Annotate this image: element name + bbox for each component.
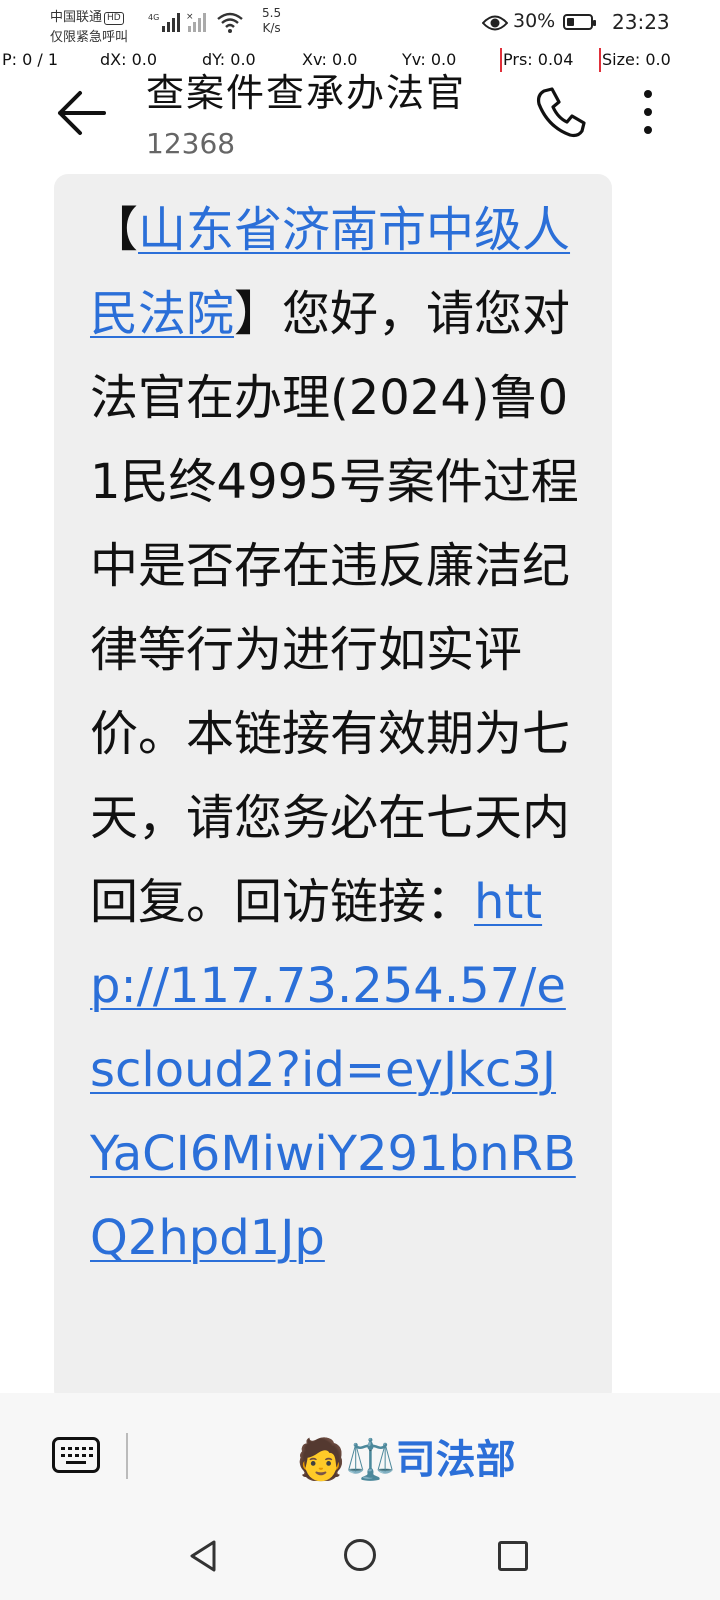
system-navigation-bar: [0, 1523, 720, 1600]
keyboard-toggle-button[interactable]: [52, 1437, 100, 1473]
arrow-left-icon: [58, 91, 106, 135]
open-bracket: 【: [90, 202, 139, 258]
eye-comfort-icon: [481, 14, 509, 36]
svg-text:×: ×: [186, 12, 194, 22]
network-type-label: 4G: [148, 13, 159, 22]
wifi-icon: [217, 12, 243, 33]
overlay-pointer: P: 0 / 1: [2, 50, 59, 69]
speed-value: 5.5: [262, 6, 282, 20]
overlay-marker: [599, 48, 601, 72]
battery-level-fill: [567, 18, 574, 26]
nav-back-button[interactable]: [188, 1539, 218, 1577]
carrier-name: 中国联通: [50, 10, 103, 25]
status-time: 23:23: [612, 10, 670, 34]
sender-menu-button[interactable]: 🧑⚖️司法部: [296, 1427, 516, 1485]
signal-icons: 4G ×: [148, 10, 248, 38]
status-bar: 中国联通 HD 仅限紧急呼叫 4G × 5.5 K/s 30% 23:23: [0, 0, 720, 46]
judge-emoji-icon: 🧑⚖️: [296, 1437, 396, 1483]
signal-strength-icon: 4G: [148, 13, 180, 32]
call-button[interactable]: [532, 85, 588, 141]
nav-recents-button[interactable]: [498, 1541, 528, 1571]
speed-unit: K/s: [262, 21, 281, 35]
network-speed: 5.5 K/s: [262, 6, 281, 36]
nav-home-button[interactable]: [344, 1539, 376, 1571]
overlay-prs: Prs: 0.04: [503, 50, 574, 69]
message-body: 】您好，请您对法官在办理(2024)鲁01民终4995号案件过程中是否存在违反廉…: [90, 286, 579, 930]
nav-back-icon: [190, 1540, 216, 1572]
divider: [126, 1433, 128, 1479]
more-options-button[interactable]: [636, 86, 660, 142]
conversation-title: 查案件查承办法官: [146, 71, 467, 115]
hd-badge: HD: [104, 12, 124, 25]
feedback-url-link[interactable]: http://117.73.254.57/escloud2?id=eyJkc3J…: [90, 874, 576, 1266]
compose-bar: 🧑⚖️司法部: [0, 1393, 720, 1523]
carrier-label: 中国联通 HD: [50, 6, 124, 25]
overlay-marker: [500, 48, 502, 72]
overlay-size: Size: 0.0: [602, 50, 671, 69]
emergency-only-label: 仅限紧急呼叫: [50, 30, 129, 45]
more-vertical-icon: [636, 90, 660, 134]
back-button[interactable]: [52, 84, 110, 142]
conversation-number: 12368: [146, 127, 236, 160]
phone-icon: [536, 87, 586, 138]
battery-icon: [563, 14, 596, 30]
battery-percent: 30%: [513, 10, 556, 32]
message-bubble[interactable]: 【山东省济南市中级人民法院】您好，请您对法官在办理(2024)鲁01民终4995…: [54, 174, 612, 1404]
message-text: 【山东省济南市中级人民法院】您好，请您对法官在办理(2024)鲁01民终4995…: [90, 188, 580, 1280]
sender-name: 司法部: [395, 1437, 516, 1483]
signal-no-sim-icon: ×: [186, 12, 206, 32]
